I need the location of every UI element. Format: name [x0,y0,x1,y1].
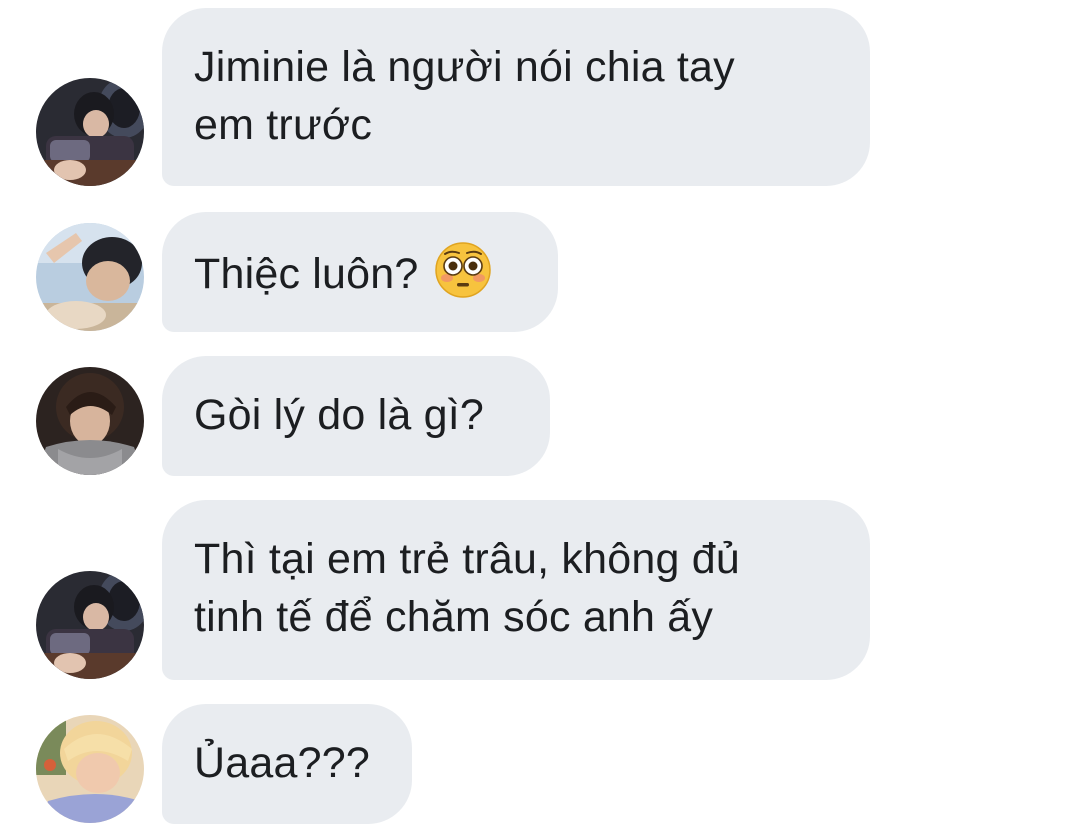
user-avatar-icon [36,223,144,331]
sender-avatar[interactable] [36,223,144,331]
user-avatar-icon [36,78,144,186]
message-text: Thiệc luôn? [194,250,419,298]
message-text-line: tinh tế để chăm sóc anh ấy [194,593,714,641]
message-bubble[interactable]: Gòi lý do là gì? [162,356,550,476]
message-text: Gòi lý do là gì? [194,391,485,439]
message-bubble[interactable]: Ủaaa??? [162,704,412,824]
sender-avatar[interactable] [36,78,144,186]
chat-thread: Jiminie là người nói chia tay em trước T… [0,0,1080,828]
sender-avatar[interactable] [36,571,144,679]
message-text-line: Jiminie là người nói chia tay [194,43,735,91]
flushed-face-emoji-icon [434,242,491,298]
message-text-line: Thì tại em trẻ trâu, không đủ [194,535,740,583]
message-bubble[interactable]: Jiminie là người nói chia tay em trước [162,8,870,186]
sender-avatar[interactable] [36,715,144,823]
user-avatar-icon [36,367,144,475]
message-text-line: em trước [194,101,373,149]
user-avatar-icon [36,715,144,823]
user-avatar-icon [36,571,144,679]
message-bubble[interactable]: Thì tại em trẻ trâu, không đủ tinh tế để… [162,500,870,680]
sender-avatar[interactable] [36,367,144,475]
message-bubble[interactable]: Thiệc luôn? [162,212,558,332]
message-text: Ủaaa??? [194,739,370,787]
